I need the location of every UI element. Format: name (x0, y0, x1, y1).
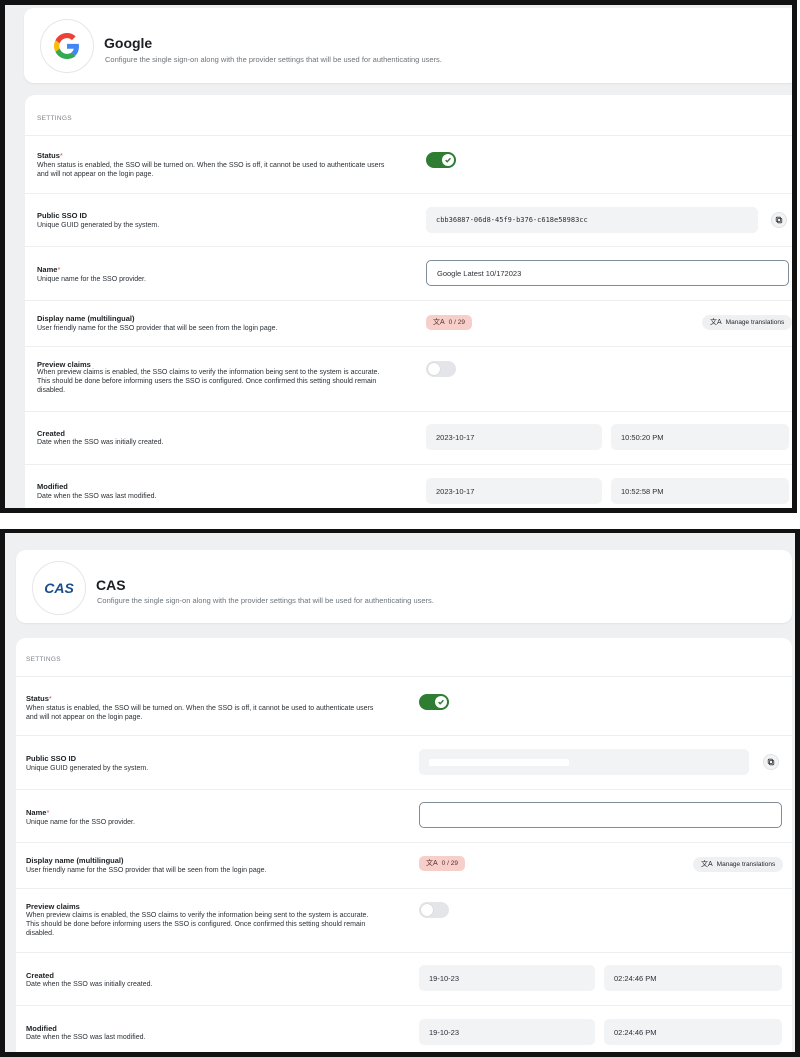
status-description: When status is enabled, the SSO will be … (26, 705, 374, 721)
divider (25, 135, 792, 136)
svg-text:CAS: CAS (44, 580, 74, 596)
created-label: Created (26, 971, 54, 980)
redacted-value (429, 758, 569, 766)
display-name-label: Display name (multilingual) (37, 314, 135, 323)
modified-date-field: 19-10-23 (419, 1019, 595, 1045)
created-time-field: 02:24:46 PM (604, 965, 782, 991)
display-name-description: User friendly name for the SSO provider … (26, 867, 267, 874)
provider-subtitle: Configure the single sign-on along with … (97, 596, 434, 605)
divider (16, 888, 792, 889)
display-name-label: Display name (multilingual) (26, 856, 124, 865)
modified-time-field: 10:52:58 PM (611, 478, 789, 504)
public-sso-id-description: Unique GUID generated by the system. (26, 765, 149, 772)
name-label: Name* (26, 808, 50, 817)
section-title: SETTINGS (26, 656, 61, 663)
status-description: When status is enabled, the SSO will be … (37, 162, 385, 178)
copy-icon[interactable] (763, 754, 779, 770)
section-title: SETTINGS (37, 115, 72, 122)
divider (16, 952, 792, 953)
check-icon (435, 696, 447, 708)
divider (16, 1005, 792, 1006)
preview-claims-description: When preview claims is enabled, the SSO … (26, 912, 369, 937)
modified-description: Date when the SSO was last modified. (37, 493, 157, 500)
divider (16, 735, 792, 736)
provider-title: CAS (96, 577, 126, 593)
provider-header-card: Google Configure the single sign-on alon… (24, 8, 792, 83)
check-icon (442, 154, 454, 166)
name-label: Name* (37, 265, 61, 274)
created-time-field: 10:50:20 PM (611, 424, 789, 450)
translate-icon: 文A (710, 319, 722, 326)
public-sso-id-field: cbb36887-06d8-45f9-b376-c618e58983cc (426, 207, 758, 233)
divider (25, 464, 792, 465)
divider (25, 346, 792, 347)
divider (16, 842, 792, 843)
provider-header-card: CAS CAS Configure the single sign-on alo… (16, 550, 792, 623)
status-label: Status* (26, 694, 52, 703)
modified-description: Date when the SSO was last modified. (26, 1034, 146, 1041)
settings-card: SETTINGS Status* When status is enabled,… (25, 95, 792, 508)
modified-label: Modified (37, 482, 68, 491)
cas-logo-icon: CAS (32, 561, 86, 615)
created-description: Date when the SSO was initially created. (37, 439, 164, 446)
provider-title: Google (104, 35, 153, 51)
modified-date-field: 2023-10-17 (426, 478, 602, 504)
divider (25, 193, 792, 194)
sso-panel-google: Google Configure the single sign-on alon… (0, 0, 797, 513)
display-name-description: User friendly name for the SSO provider … (37, 325, 278, 332)
copy-icon[interactable] (771, 212, 787, 228)
translations-count-badge: 文A 0 / 29 (419, 856, 465, 871)
manage-translations-button[interactable]: 文A Manage translations (693, 857, 784, 872)
name-input[interactable] (419, 802, 782, 828)
settings-card: SETTINGS Status* When status is enabled,… (16, 638, 792, 1052)
provider-subtitle: Configure the single sign-on along with … (105, 55, 442, 64)
divider (25, 411, 792, 412)
status-toggle[interactable] (419, 694, 449, 710)
created-label: Created (37, 429, 65, 438)
divider (16, 676, 792, 677)
created-description: Date when the SSO was initially created. (26, 981, 153, 988)
divider (16, 789, 792, 790)
preview-claims-description: When preview claims is enabled, the SSO … (37, 369, 380, 394)
created-date-field: 2023-10-17 (426, 424, 602, 450)
name-description: Unique name for the SSO provider. (26, 819, 135, 826)
translations-count-badge: 文A 0 / 29 (426, 315, 472, 330)
sso-panel-cas: CAS CAS Configure the single sign-on alo… (0, 529, 800, 1057)
divider (25, 246, 792, 247)
status-toggle[interactable] (426, 152, 456, 168)
name-input[interactable]: Google Latest 10/172023 (426, 260, 789, 286)
created-date-field: 19-10-23 (419, 965, 595, 991)
name-description: Unique name for the SSO provider. (37, 276, 146, 283)
translate-icon: 文A (426, 860, 438, 867)
status-label: Status* (37, 151, 63, 160)
manage-translations-button[interactable]: 文A Manage translations (702, 315, 792, 330)
modified-time-field: 02:24:46 PM (604, 1019, 782, 1045)
preview-claims-toggle[interactable] (419, 902, 449, 918)
divider (25, 300, 792, 301)
public-sso-id-label: Public SSO ID (26, 754, 77, 763)
preview-claims-label: Preview claims (26, 902, 80, 911)
translate-icon: 文A (701, 861, 713, 868)
modified-label: Modified (26, 1024, 57, 1033)
preview-claims-toggle[interactable] (426, 361, 456, 377)
translate-icon: 文A (433, 319, 445, 326)
public-sso-id-label: Public SSO ID (37, 211, 88, 220)
public-sso-id-field (419, 749, 749, 775)
public-sso-id-description: Unique GUID generated by the system. (37, 222, 160, 229)
google-logo-icon (40, 19, 94, 73)
